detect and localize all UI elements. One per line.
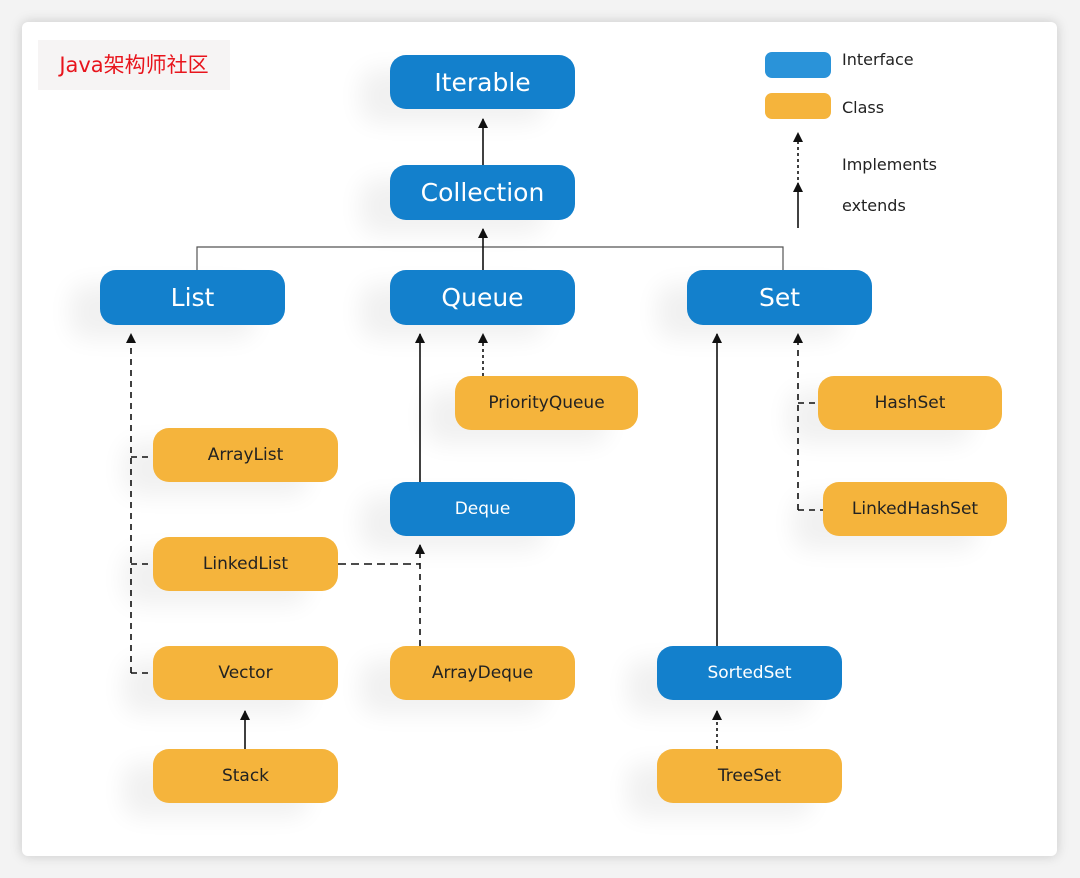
node-deque: Deque bbox=[390, 482, 575, 536]
node-sortedset: SortedSet bbox=[657, 646, 842, 700]
node-collection: Collection bbox=[390, 165, 575, 220]
legend-extends-label: extends bbox=[842, 196, 906, 215]
edge-collection-bar bbox=[196, 246, 784, 270]
node-hashset: HashSet bbox=[818, 376, 1002, 430]
legend-interface-swatch bbox=[765, 52, 831, 78]
node-linkedhashset: LinkedHashSet bbox=[823, 482, 1007, 536]
node-list: List bbox=[100, 270, 285, 325]
node-stack: Stack bbox=[153, 749, 338, 803]
node-iterable: Iterable bbox=[390, 55, 575, 109]
node-treeset: TreeSet bbox=[657, 749, 842, 803]
legend-implements-label: Implements bbox=[842, 155, 937, 174]
node-queue: Queue bbox=[390, 270, 575, 325]
legend-class-label: Class bbox=[842, 98, 885, 117]
node-vector: Vector bbox=[153, 646, 338, 700]
node-arraylist: ArrayList bbox=[153, 428, 338, 482]
node-arraydeque: ArrayDeque bbox=[390, 646, 575, 700]
legend-interface-label: Interface bbox=[842, 50, 914, 69]
legend-class-swatch bbox=[765, 93, 831, 119]
node-linkedlist: LinkedList bbox=[153, 537, 338, 591]
node-priorityqueue: PriorityQueue bbox=[455, 376, 638, 430]
node-set: Set bbox=[687, 270, 872, 325]
